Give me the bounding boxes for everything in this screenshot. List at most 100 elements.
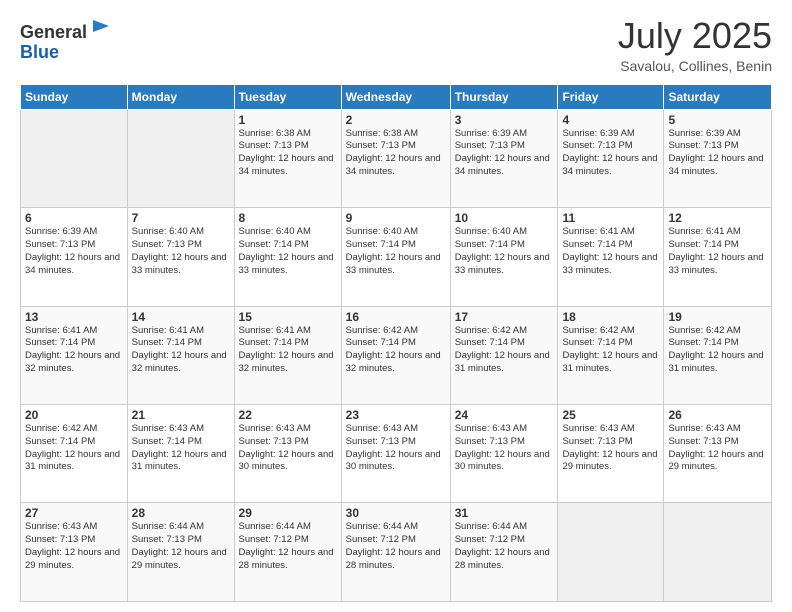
day-number: 19 [668, 310, 767, 324]
calendar-cell: 4Sunrise: 6:39 AM Sunset: 7:13 PM Daylig… [558, 109, 664, 207]
calendar-day-header: Monday [127, 84, 234, 109]
calendar-week-row: 20Sunrise: 6:42 AM Sunset: 7:14 PM Dayli… [21, 405, 772, 503]
day-number: 6 [25, 211, 123, 225]
calendar-cell: 10Sunrise: 6:40 AM Sunset: 7:14 PM Dayli… [450, 208, 558, 306]
day-info: Sunrise: 6:42 AM Sunset: 7:14 PM Dayligh… [25, 423, 123, 474]
calendar-cell [558, 503, 664, 602]
calendar-cell [664, 503, 772, 602]
day-number: 4 [562, 113, 659, 127]
calendar-cell: 21Sunrise: 6:43 AM Sunset: 7:14 PM Dayli… [127, 405, 234, 503]
calendar-cell: 20Sunrise: 6:42 AM Sunset: 7:14 PM Dayli… [21, 405, 128, 503]
calendar-cell: 31Sunrise: 6:44 AM Sunset: 7:12 PM Dayli… [450, 503, 558, 602]
calendar-cell: 9Sunrise: 6:40 AM Sunset: 7:14 PM Daylig… [341, 208, 450, 306]
day-info: Sunrise: 6:41 AM Sunset: 7:14 PM Dayligh… [668, 226, 767, 277]
calendar-week-row: 6Sunrise: 6:39 AM Sunset: 7:13 PM Daylig… [21, 208, 772, 306]
calendar-cell: 12Sunrise: 6:41 AM Sunset: 7:14 PM Dayli… [664, 208, 772, 306]
logo-general-line: General [20, 16, 111, 43]
day-number: 16 [346, 310, 446, 324]
day-info: Sunrise: 6:38 AM Sunset: 7:13 PM Dayligh… [239, 128, 337, 179]
calendar-day-header: Saturday [664, 84, 772, 109]
day-number: 14 [132, 310, 230, 324]
day-info: Sunrise: 6:41 AM Sunset: 7:14 PM Dayligh… [562, 226, 659, 277]
calendar-cell: 25Sunrise: 6:43 AM Sunset: 7:13 PM Dayli… [558, 405, 664, 503]
day-number: 29 [239, 506, 337, 520]
day-info: Sunrise: 6:40 AM Sunset: 7:14 PM Dayligh… [239, 226, 337, 277]
day-number: 25 [562, 408, 659, 422]
day-info: Sunrise: 6:43 AM Sunset: 7:13 PM Dayligh… [455, 423, 554, 474]
calendar-day-header: Wednesday [341, 84, 450, 109]
day-info: Sunrise: 6:40 AM Sunset: 7:14 PM Dayligh… [455, 226, 554, 277]
day-info: Sunrise: 6:39 AM Sunset: 7:13 PM Dayligh… [668, 128, 767, 179]
day-info: Sunrise: 6:42 AM Sunset: 7:14 PM Dayligh… [455, 325, 554, 376]
day-info: Sunrise: 6:43 AM Sunset: 7:13 PM Dayligh… [562, 423, 659, 474]
logo-flag-icon [89, 16, 111, 38]
day-info: Sunrise: 6:43 AM Sunset: 7:13 PM Dayligh… [346, 423, 446, 474]
logo-blue-line: Blue [20, 43, 111, 63]
calendar-day-header: Sunday [21, 84, 128, 109]
calendar-header-row: SundayMondayTuesdayWednesdayThursdayFrid… [21, 84, 772, 109]
calendar-cell: 19Sunrise: 6:42 AM Sunset: 7:14 PM Dayli… [664, 306, 772, 404]
calendar-cell: 23Sunrise: 6:43 AM Sunset: 7:13 PM Dayli… [341, 405, 450, 503]
day-info: Sunrise: 6:44 AM Sunset: 7:12 PM Dayligh… [455, 521, 554, 572]
day-info: Sunrise: 6:44 AM Sunset: 7:12 PM Dayligh… [239, 521, 337, 572]
calendar-week-row: 1Sunrise: 6:38 AM Sunset: 7:13 PM Daylig… [21, 109, 772, 207]
calendar-cell: 24Sunrise: 6:43 AM Sunset: 7:13 PM Dayli… [450, 405, 558, 503]
day-number: 5 [668, 113, 767, 127]
day-info: Sunrise: 6:42 AM Sunset: 7:14 PM Dayligh… [562, 325, 659, 376]
logo-general: General [20, 22, 87, 42]
day-number: 27 [25, 506, 123, 520]
calendar-cell: 30Sunrise: 6:44 AM Sunset: 7:12 PM Dayli… [341, 503, 450, 602]
calendar-cell: 18Sunrise: 6:42 AM Sunset: 7:14 PM Dayli… [558, 306, 664, 404]
day-number: 31 [455, 506, 554, 520]
day-number: 30 [346, 506, 446, 520]
day-info: Sunrise: 6:44 AM Sunset: 7:13 PM Dayligh… [132, 521, 230, 572]
day-number: 23 [346, 408, 446, 422]
calendar-cell: 2Sunrise: 6:38 AM Sunset: 7:13 PM Daylig… [341, 109, 450, 207]
day-number: 26 [668, 408, 767, 422]
logo-text-block: General Blue [20, 16, 111, 63]
calendar-cell: 27Sunrise: 6:43 AM Sunset: 7:13 PM Dayli… [21, 503, 128, 602]
calendar-cell: 17Sunrise: 6:42 AM Sunset: 7:14 PM Dayli… [450, 306, 558, 404]
day-info: Sunrise: 6:43 AM Sunset: 7:13 PM Dayligh… [25, 521, 123, 572]
calendar-cell: 6Sunrise: 6:39 AM Sunset: 7:13 PM Daylig… [21, 208, 128, 306]
calendar-cell [127, 109, 234, 207]
day-info: Sunrise: 6:41 AM Sunset: 7:14 PM Dayligh… [132, 325, 230, 376]
day-info: Sunrise: 6:41 AM Sunset: 7:14 PM Dayligh… [239, 325, 337, 376]
day-number: 17 [455, 310, 554, 324]
day-info: Sunrise: 6:39 AM Sunset: 7:13 PM Dayligh… [455, 128, 554, 179]
calendar-cell: 11Sunrise: 6:41 AM Sunset: 7:14 PM Dayli… [558, 208, 664, 306]
day-number: 1 [239, 113, 337, 127]
day-info: Sunrise: 6:43 AM Sunset: 7:14 PM Dayligh… [132, 423, 230, 474]
day-number: 18 [562, 310, 659, 324]
day-info: Sunrise: 6:39 AM Sunset: 7:13 PM Dayligh… [25, 226, 123, 277]
day-number: 11 [562, 211, 659, 225]
calendar-cell: 22Sunrise: 6:43 AM Sunset: 7:13 PM Dayli… [234, 405, 341, 503]
title-block: July 2025 Savalou, Collines, Benin [618, 16, 772, 74]
day-info: Sunrise: 6:41 AM Sunset: 7:14 PM Dayligh… [25, 325, 123, 376]
calendar-cell: 16Sunrise: 6:42 AM Sunset: 7:14 PM Dayli… [341, 306, 450, 404]
calendar-table: SundayMondayTuesdayWednesdayThursdayFrid… [20, 84, 772, 602]
day-number: 10 [455, 211, 554, 225]
day-number: 2 [346, 113, 446, 127]
day-info: Sunrise: 6:42 AM Sunset: 7:14 PM Dayligh… [346, 325, 446, 376]
title-location: Savalou, Collines, Benin [618, 58, 772, 74]
day-number: 12 [668, 211, 767, 225]
day-info: Sunrise: 6:40 AM Sunset: 7:13 PM Dayligh… [132, 226, 230, 277]
calendar-cell: 5Sunrise: 6:39 AM Sunset: 7:13 PM Daylig… [664, 109, 772, 207]
day-info: Sunrise: 6:43 AM Sunset: 7:13 PM Dayligh… [668, 423, 767, 474]
day-info: Sunrise: 6:44 AM Sunset: 7:12 PM Dayligh… [346, 521, 446, 572]
calendar-week-row: 13Sunrise: 6:41 AM Sunset: 7:14 PM Dayli… [21, 306, 772, 404]
calendar-cell: 26Sunrise: 6:43 AM Sunset: 7:13 PM Dayli… [664, 405, 772, 503]
logo-blue: Blue [20, 42, 59, 62]
day-number: 8 [239, 211, 337, 225]
calendar-cell [21, 109, 128, 207]
day-info: Sunrise: 6:38 AM Sunset: 7:13 PM Dayligh… [346, 128, 446, 179]
page: General Blue July 2025 Savalou, Collines… [0, 0, 792, 612]
day-number: 7 [132, 211, 230, 225]
day-info: Sunrise: 6:40 AM Sunset: 7:14 PM Dayligh… [346, 226, 446, 277]
calendar-cell: 29Sunrise: 6:44 AM Sunset: 7:12 PM Dayli… [234, 503, 341, 602]
calendar-day-header: Thursday [450, 84, 558, 109]
calendar-cell: 8Sunrise: 6:40 AM Sunset: 7:14 PM Daylig… [234, 208, 341, 306]
day-number: 22 [239, 408, 337, 422]
day-number: 9 [346, 211, 446, 225]
